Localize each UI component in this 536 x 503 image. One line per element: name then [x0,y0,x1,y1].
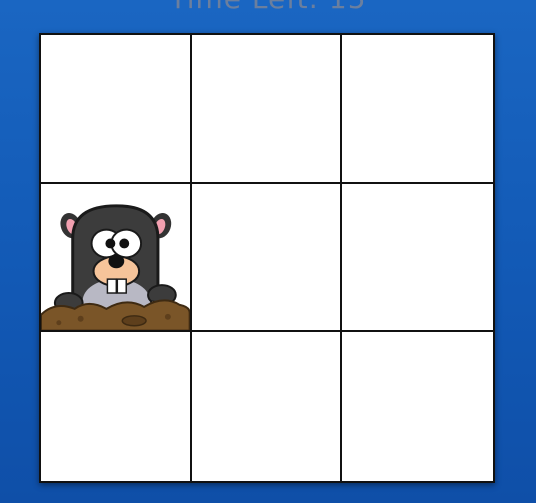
hole-1-3[interactable] [342,35,493,184]
hole-3-3[interactable] [342,332,493,481]
game-board [39,33,495,483]
hole-1-1[interactable] [41,35,192,184]
hole-3-2[interactable] [191,332,343,481]
timer-title: Time Left: 15 [0,0,536,15]
hole-2-1[interactable] [41,183,192,333]
hole-3-1[interactable] [41,332,192,481]
hole-2-3[interactable] [342,183,493,333]
mole-icon[interactable] [41,184,190,331]
hole-2-2[interactable] [191,183,343,333]
hole-1-2[interactable] [191,35,343,184]
